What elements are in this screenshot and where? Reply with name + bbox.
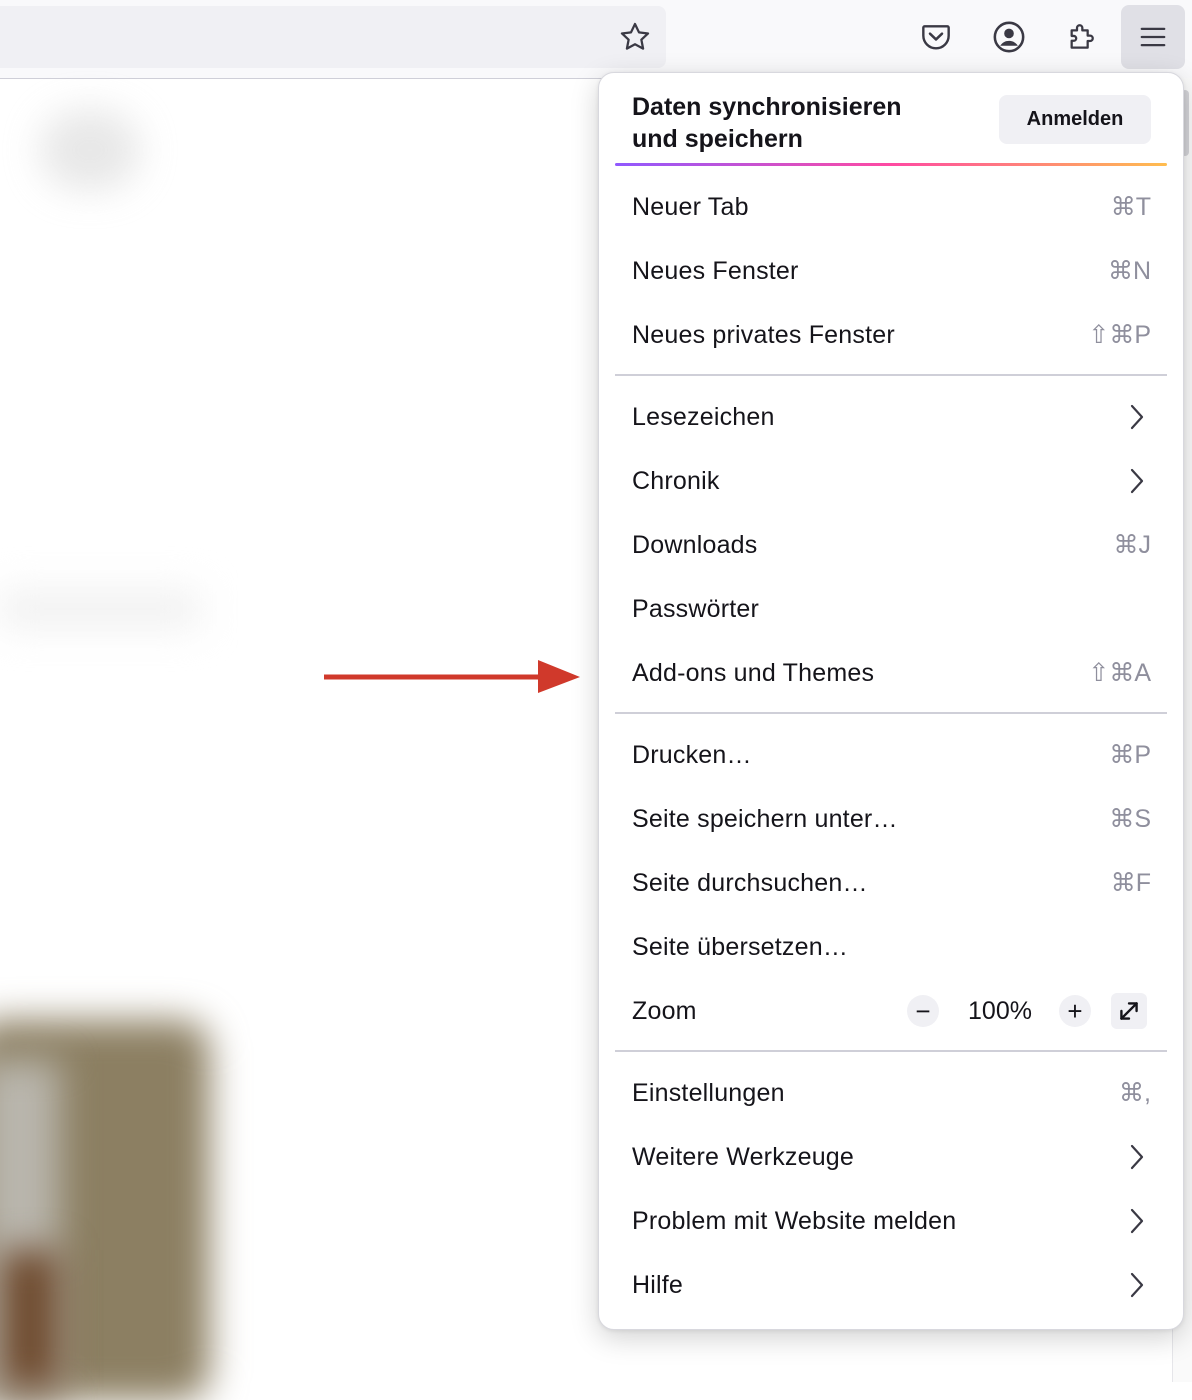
menu-item-label: Lesezeichen [632,402,775,431]
sync-gradient-divider [615,163,1167,166]
menu-item-passwords[interactable]: Passwörter [615,579,1167,639]
account-button[interactable] [977,5,1041,69]
zoom-reset-value[interactable]: 100% [950,997,1050,1026]
chevron-right-icon [1130,1272,1144,1298]
chevron-right-icon [1130,404,1144,430]
menu-item-new-window[interactable]: Neues Fenster ⌘N [615,241,1167,301]
menu-item-shortcut: ⌘F [1110,869,1151,897]
menu-item-new-private-window[interactable]: Neues privates Fenster ⇧⌘P [615,305,1167,365]
menu-item-shortcut: ⇧⌘P [1088,321,1151,349]
zoom-out-button[interactable]: − [907,995,939,1027]
menu-item-report-site-issue[interactable]: Problem mit Website melden [615,1191,1167,1251]
menu-item-zoom: Zoom − 100% + [615,981,1167,1041]
blurred-bar [0,590,200,628]
sign-in-button[interactable]: Anmelden [999,95,1151,144]
menu-item-label: Neues privates Fenster [632,320,895,349]
menu-item-label: Add-ons und Themes [632,658,875,687]
menu-item-label: Seite durchsuchen… [632,868,868,897]
menu-item-find-in-page[interactable]: Seite durchsuchen… ⌘F [615,853,1167,913]
menu-item-label: Neuer Tab [632,192,749,221]
menu-item-label: Einstellungen [632,1078,785,1107]
menu-item-shortcut: ⌘N [1107,257,1151,285]
menu-item-label: Seite speichern unter… [632,804,898,833]
menu-item-save-page[interactable]: Seite speichern unter… ⌘S [615,789,1167,849]
pocket-icon [922,25,950,50]
menu-separator [615,712,1167,714]
extensions-icon [1070,24,1094,49]
zoom-in-button[interactable]: + [1059,995,1091,1027]
menu-item-bookmarks[interactable]: Lesezeichen [615,387,1167,447]
menu-item-label: Passwörter [632,594,760,623]
zoom-label: Zoom [632,996,697,1025]
menu-item-print[interactable]: Drucken… ⌘P [615,725,1167,785]
menu-item-addons-themes[interactable]: Add-ons und Themes ⇧⌘A [615,643,1167,703]
menu-item-settings[interactable]: Einstellungen ⌘, [615,1063,1167,1123]
menu-separator [615,1050,1167,1052]
menu-separator [615,374,1167,376]
chevron-right-icon [1130,468,1144,494]
menu-item-label: Drucken… [632,740,752,769]
fullscreen-icon [1120,1002,1138,1020]
menu-item-shortcut: ⌘P [1109,741,1151,769]
menu-item-history[interactable]: Chronik [615,451,1167,511]
menu-item-label: Seite übersetzen… [632,932,849,961]
fullscreen-button[interactable] [1111,993,1147,1029]
blurred-image-dark [0,1250,60,1390]
url-bar[interactable] [0,6,666,68]
bookmark-star-button[interactable] [603,5,667,69]
pocket-button[interactable] [904,5,968,69]
menu-item-label: Chronik [632,466,720,495]
menu-item-downloads[interactable]: Downloads ⌘J [615,515,1167,575]
menu-item-label: Problem mit Website melden [632,1206,957,1235]
chevron-right-icon [1130,1208,1144,1234]
menu-item-shortcut: ⌘T [1110,193,1151,221]
sync-title: Daten synchronisieren und speichern [632,93,902,153]
menu-item-shortcut: ⇧⌘A [1088,659,1151,687]
star-icon [620,22,650,50]
menu-item-more-tools[interactable]: Weitere Werkzeuge [615,1127,1167,1187]
hamburger-menu-icon [1140,27,1166,47]
menu-item-label: Weitere Werkzeuge [632,1142,855,1171]
menu-item-shortcut: ⌘, [1119,1079,1151,1107]
extensions-button[interactable] [1049,5,1113,69]
blurred-logo [40,110,140,190]
open-menu-button[interactable] [1121,5,1185,69]
menu-item-shortcut: ⌘S [1109,805,1151,833]
browser-toolbar [0,0,1192,79]
menu-item-label: Downloads [632,530,758,559]
app-menu-panel: Daten synchronisieren und speichern Anme… [598,72,1184,1330]
menu-item-label: Neues Fenster [632,256,799,285]
menu-item-label: Hilfe [632,1270,684,1299]
red-arrow-annotation [324,660,580,693]
menu-item-new-tab[interactable]: Neuer Tab ⌘T [615,177,1167,237]
sync-section: Daten synchronisieren und speichern Anme… [615,89,1167,165]
menu-item-help[interactable]: Hilfe [615,1255,1167,1315]
menu-item-translate-page[interactable]: Seite übersetzen… [615,917,1167,977]
account-icon [993,21,1025,53]
chevron-right-icon [1130,1144,1144,1170]
menu-item-shortcut: ⌘J [1113,531,1152,559]
